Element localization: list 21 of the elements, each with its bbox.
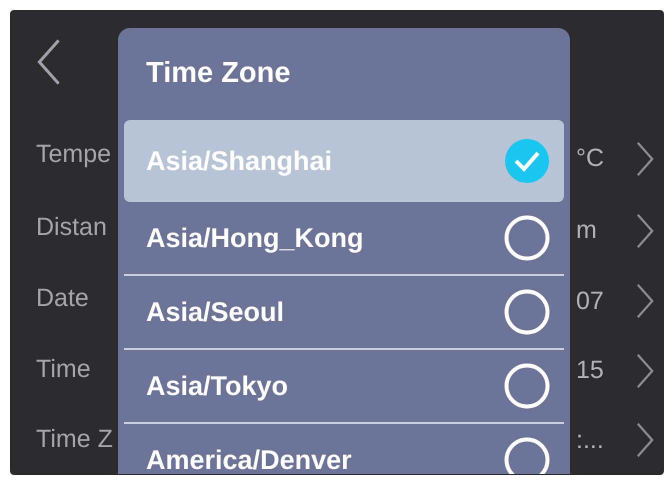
- back-icon[interactable]: [36, 38, 62, 86]
- setting-label: Time: [36, 354, 91, 385]
- setting-value: 07: [576, 286, 604, 317]
- time-zone-option[interactable]: Asia/Tokyo: [124, 350, 564, 424]
- checked-radio-icon[interactable]: [504, 138, 550, 184]
- setting-label: Tempe: [36, 139, 112, 170]
- setting-value: :...: [576, 424, 604, 456]
- radio-icon[interactable]: [504, 363, 550, 409]
- setting-label: Time Z: [36, 424, 113, 456]
- setting-value: 15: [576, 355, 604, 386]
- time-zone-option[interactable]: America/Denver: [124, 424, 564, 474]
- setting-value: °C: [576, 142, 604, 174]
- setting-label: Date: [36, 283, 89, 314]
- dialog-title: Time Zone: [146, 56, 290, 92]
- setting-value: m: [576, 215, 597, 246]
- time-zone-option[interactable]: Asia/Seoul: [124, 276, 564, 350]
- radio-icon[interactable]: [504, 289, 550, 335]
- radio-icon[interactable]: [504, 437, 550, 474]
- time-zone-option[interactable]: Asia/Hong_Kong: [124, 202, 564, 276]
- setting-label: Distan: [36, 212, 107, 244]
- radio-icon[interactable]: [504, 215, 550, 261]
